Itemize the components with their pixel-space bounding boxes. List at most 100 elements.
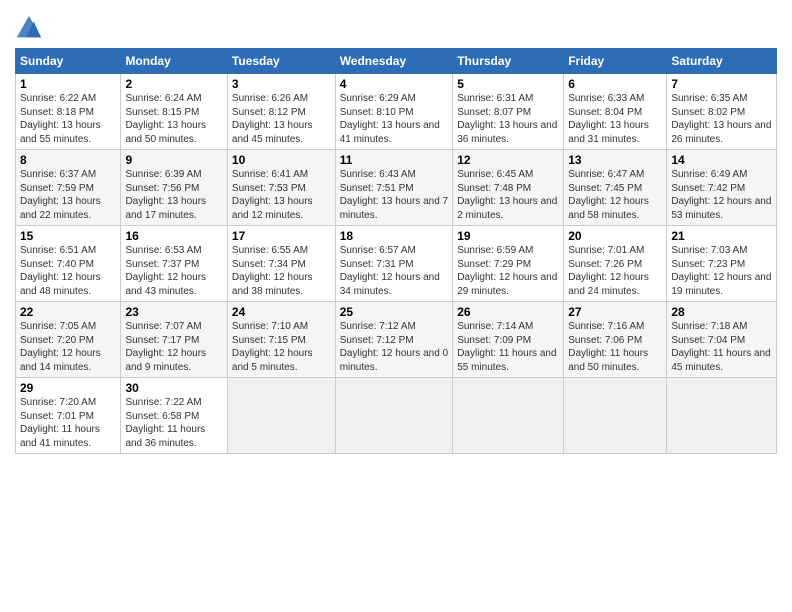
day-number: 21: [671, 229, 772, 243]
calendar-cell: 25 Sunrise: 7:12 AMSunset: 7:12 PMDaylig…: [335, 302, 453, 378]
day-number: 2: [125, 77, 222, 91]
calendar-cell: 24 Sunrise: 7:10 AMSunset: 7:15 PMDaylig…: [227, 302, 335, 378]
cell-info: Sunrise: 6:33 AMSunset: 8:04 PMDaylight:…: [568, 93, 649, 145]
day-number: 17: [232, 229, 331, 243]
calendar-cell: 5 Sunrise: 6:31 AMSunset: 8:07 PMDayligh…: [453, 74, 564, 150]
calendar-cell: 3 Sunrise: 6:26 AMSunset: 8:12 PMDayligh…: [227, 74, 335, 150]
day-number: 30: [125, 381, 222, 395]
cell-info: Sunrise: 6:24 AMSunset: 8:15 PMDaylight:…: [125, 93, 206, 145]
day-number: 5: [457, 77, 559, 91]
day-number: 11: [340, 153, 449, 167]
cell-info: Sunrise: 6:51 AMSunset: 7:40 PMDaylight:…: [20, 245, 101, 297]
cell-info: Sunrise: 7:03 AMSunset: 7:23 PMDaylight:…: [671, 245, 771, 297]
header-cell-wednesday: Wednesday: [335, 49, 453, 74]
day-number: 16: [125, 229, 222, 243]
cell-info: Sunrise: 6:53 AMSunset: 7:37 PMDaylight:…: [125, 245, 206, 297]
calendar-cell: [667, 378, 777, 454]
day-number: 13: [568, 153, 662, 167]
day-number: 25: [340, 305, 449, 319]
day-number: 15: [20, 229, 116, 243]
day-number: 22: [20, 305, 116, 319]
calendar-page: SundayMondayTuesdayWednesdayThursdayFrid…: [0, 0, 792, 612]
calendar-cell: 28 Sunrise: 7:18 AMSunset: 7:04 PMDaylig…: [667, 302, 777, 378]
calendar-week-3: 15 Sunrise: 6:51 AMSunset: 7:40 PMDaylig…: [16, 226, 777, 302]
day-number: 8: [20, 153, 116, 167]
calendar-cell: 11 Sunrise: 6:43 AMSunset: 7:51 PMDaylig…: [335, 150, 453, 226]
calendar-cell: 16 Sunrise: 6:53 AMSunset: 7:37 PMDaylig…: [121, 226, 227, 302]
cell-info: Sunrise: 6:55 AMSunset: 7:34 PMDaylight:…: [232, 245, 313, 297]
day-number: 27: [568, 305, 662, 319]
cell-info: Sunrise: 6:26 AMSunset: 8:12 PMDaylight:…: [232, 93, 313, 145]
calendar-cell: 20 Sunrise: 7:01 AMSunset: 7:26 PMDaylig…: [564, 226, 667, 302]
cell-info: Sunrise: 6:37 AMSunset: 7:59 PMDaylight:…: [20, 169, 101, 221]
calendar-cell: 21 Sunrise: 7:03 AMSunset: 7:23 PMDaylig…: [667, 226, 777, 302]
day-number: 29: [20, 381, 116, 395]
day-number: 20: [568, 229, 662, 243]
day-number: 1: [20, 77, 116, 91]
day-number: 9: [125, 153, 222, 167]
day-number: 14: [671, 153, 772, 167]
cell-info: Sunrise: 6:43 AMSunset: 7:51 PMDaylight:…: [340, 169, 448, 221]
header-cell-sunday: Sunday: [16, 49, 121, 74]
day-number: 19: [457, 229, 559, 243]
logo: [15, 14, 47, 42]
cell-info: Sunrise: 6:45 AMSunset: 7:48 PMDaylight:…: [457, 169, 557, 221]
calendar-table: SundayMondayTuesdayWednesdayThursdayFrid…: [15, 48, 777, 454]
logo-icon: [15, 14, 43, 42]
calendar-cell: [453, 378, 564, 454]
calendar-cell: 10 Sunrise: 6:41 AMSunset: 7:53 PMDaylig…: [227, 150, 335, 226]
day-number: 7: [671, 77, 772, 91]
calendar-cell: 1 Sunrise: 6:22 AMSunset: 8:18 PMDayligh…: [16, 74, 121, 150]
calendar-week-4: 22 Sunrise: 7:05 AMSunset: 7:20 PMDaylig…: [16, 302, 777, 378]
calendar-cell: [335, 378, 453, 454]
calendar-cell: 12 Sunrise: 6:45 AMSunset: 7:48 PMDaylig…: [453, 150, 564, 226]
cell-info: Sunrise: 6:41 AMSunset: 7:53 PMDaylight:…: [232, 169, 313, 221]
header: [15, 10, 777, 42]
calendar-cell: 30 Sunrise: 7:22 AMSunset: 6:58 PMDaylig…: [121, 378, 227, 454]
calendar-cell: 26 Sunrise: 7:14 AMSunset: 7:09 PMDaylig…: [453, 302, 564, 378]
calendar-cell: 14 Sunrise: 6:49 AMSunset: 7:42 PMDaylig…: [667, 150, 777, 226]
calendar-cell: [564, 378, 667, 454]
calendar-cell: 19 Sunrise: 6:59 AMSunset: 7:29 PMDaylig…: [453, 226, 564, 302]
calendar-week-2: 8 Sunrise: 6:37 AMSunset: 7:59 PMDayligh…: [16, 150, 777, 226]
cell-info: Sunrise: 7:07 AMSunset: 7:17 PMDaylight:…: [125, 321, 206, 373]
calendar-cell: 4 Sunrise: 6:29 AMSunset: 8:10 PMDayligh…: [335, 74, 453, 150]
cell-info: Sunrise: 7:05 AMSunset: 7:20 PMDaylight:…: [20, 321, 101, 373]
cell-info: Sunrise: 6:49 AMSunset: 7:42 PMDaylight:…: [671, 169, 771, 221]
day-number: 26: [457, 305, 559, 319]
calendar-cell: 6 Sunrise: 6:33 AMSunset: 8:04 PMDayligh…: [564, 74, 667, 150]
day-number: 23: [125, 305, 222, 319]
cell-info: Sunrise: 6:31 AMSunset: 8:07 PMDaylight:…: [457, 93, 557, 145]
day-number: 12: [457, 153, 559, 167]
cell-info: Sunrise: 7:18 AMSunset: 7:04 PMDaylight:…: [671, 321, 770, 373]
calendar-cell: 9 Sunrise: 6:39 AMSunset: 7:56 PMDayligh…: [121, 150, 227, 226]
cell-info: Sunrise: 6:47 AMSunset: 7:45 PMDaylight:…: [568, 169, 649, 221]
header-cell-monday: Monday: [121, 49, 227, 74]
cell-info: Sunrise: 7:12 AMSunset: 7:12 PMDaylight:…: [340, 321, 448, 373]
day-number: 28: [671, 305, 772, 319]
day-number: 3: [232, 77, 331, 91]
calendar-cell: 7 Sunrise: 6:35 AMSunset: 8:02 PMDayligh…: [667, 74, 777, 150]
cell-info: Sunrise: 7:20 AMSunset: 7:01 PMDaylight:…: [20, 397, 100, 449]
calendar-cell: 27 Sunrise: 7:16 AMSunset: 7:06 PMDaylig…: [564, 302, 667, 378]
day-number: 18: [340, 229, 449, 243]
calendar-cell: 18 Sunrise: 6:57 AMSunset: 7:31 PMDaylig…: [335, 226, 453, 302]
day-number: 10: [232, 153, 331, 167]
cell-info: Sunrise: 7:14 AMSunset: 7:09 PMDaylight:…: [457, 321, 556, 373]
cell-info: Sunrise: 7:16 AMSunset: 7:06 PMDaylight:…: [568, 321, 648, 373]
calendar-cell: 29 Sunrise: 7:20 AMSunset: 7:01 PMDaylig…: [16, 378, 121, 454]
calendar-week-5: 29 Sunrise: 7:20 AMSunset: 7:01 PMDaylig…: [16, 378, 777, 454]
cell-info: Sunrise: 7:22 AMSunset: 6:58 PMDaylight:…: [125, 397, 205, 449]
cell-info: Sunrise: 6:59 AMSunset: 7:29 PMDaylight:…: [457, 245, 557, 297]
calendar-week-1: 1 Sunrise: 6:22 AMSunset: 8:18 PMDayligh…: [16, 74, 777, 150]
cell-info: Sunrise: 6:35 AMSunset: 8:02 PMDaylight:…: [671, 93, 771, 145]
header-row: SundayMondayTuesdayWednesdayThursdayFrid…: [16, 49, 777, 74]
calendar-cell: 22 Sunrise: 7:05 AMSunset: 7:20 PMDaylig…: [16, 302, 121, 378]
day-number: 4: [340, 77, 449, 91]
cell-info: Sunrise: 6:39 AMSunset: 7:56 PMDaylight:…: [125, 169, 206, 221]
cell-info: Sunrise: 6:57 AMSunset: 7:31 PMDaylight:…: [340, 245, 440, 297]
header-cell-friday: Friday: [564, 49, 667, 74]
calendar-cell: 13 Sunrise: 6:47 AMSunset: 7:45 PMDaylig…: [564, 150, 667, 226]
header-cell-saturday: Saturday: [667, 49, 777, 74]
cell-info: Sunrise: 7:10 AMSunset: 7:15 PMDaylight:…: [232, 321, 313, 373]
